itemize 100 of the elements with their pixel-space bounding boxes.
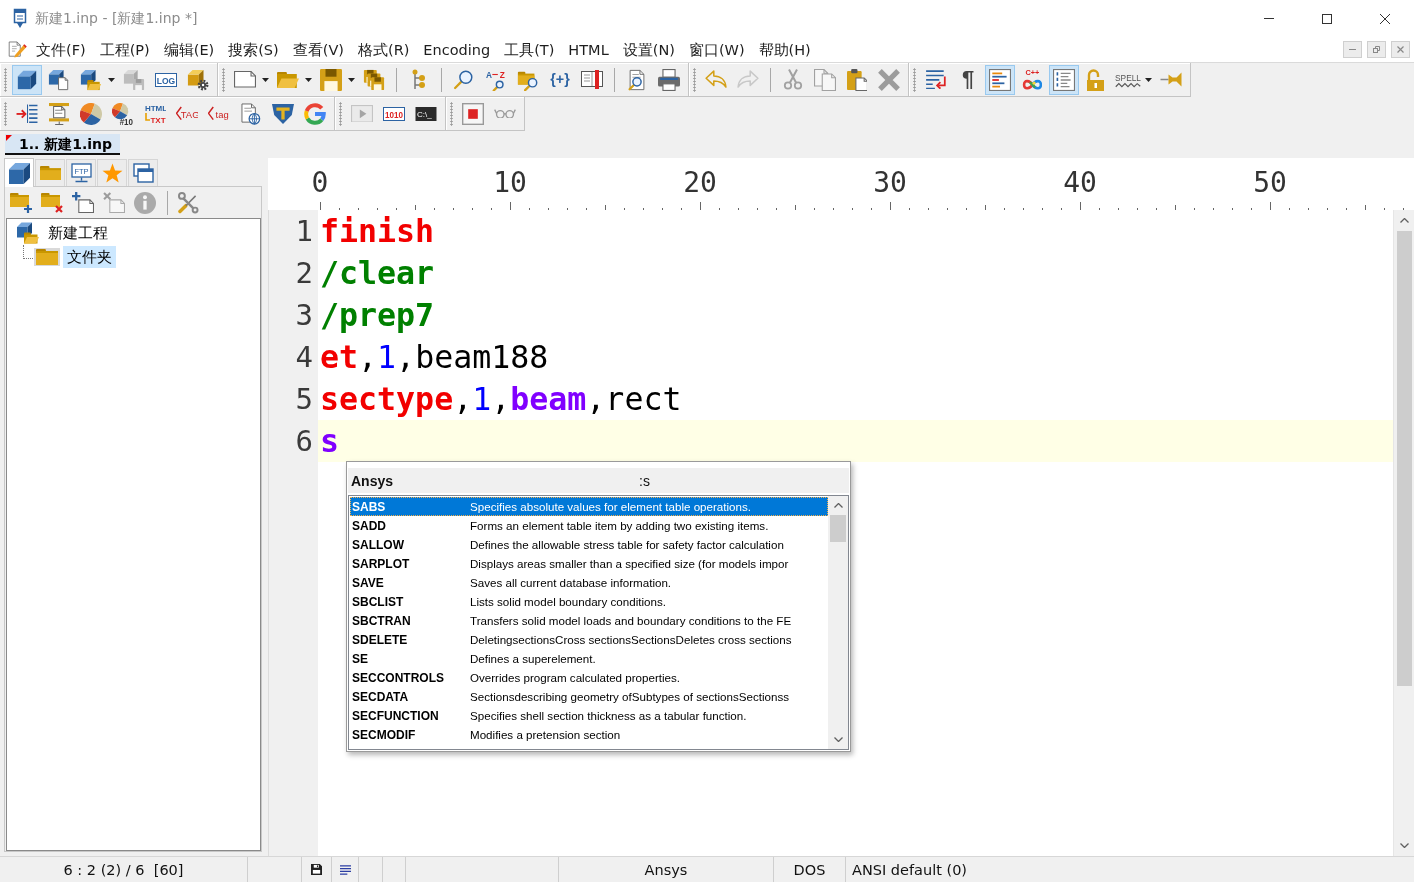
- suggestion-item[interactable]: SECDATA Sectionsdescribing geometry ofSubtypes of sectionsSectionss: [350, 687, 828, 706]
- notepad-pencil-icon: [8, 40, 27, 59]
- grip-handle[interactable]: [339, 101, 342, 126]
- menu-item[interactable]: 帮助(H): [751, 38, 818, 61]
- suggestion-item[interactable]: SALLOW Defines the allowable stress table for safety factor calculation: [350, 535, 828, 554]
- toolbar-button[interactable]: {+}: [545, 64, 575, 95]
- branch-icon: [411, 68, 427, 91]
- cube-gear-icon: [187, 68, 209, 91]
- caret-icon[interactable]: [305, 77, 312, 82]
- code-line[interactable]: et,1,beam188: [318, 336, 1393, 378]
- scrollbar[interactable]: [1393, 210, 1414, 856]
- menu-item[interactable]: 设置(N): [615, 38, 682, 61]
- suggestion-item[interactable]: SBCTRAN Transfers solid model loads and boundary conditions to the FE: [350, 611, 828, 630]
- log-icon: LOG: [155, 72, 177, 87]
- tree-item[interactable]: 文件夹: [63, 246, 116, 268]
- toolbar-button[interactable]: tag: [204, 98, 234, 129]
- ruler-label: 10: [493, 166, 527, 200]
- line-endings: DOS: [793, 861, 826, 878]
- code-line[interactable]: sectype,1,beam,rect: [318, 378, 1393, 420]
- menu-item[interactable]: 工具(T): [497, 38, 562, 61]
- toolbar-button[interactable]: [985, 64, 1015, 95]
- ruler-label: 0: [311, 166, 329, 200]
- restore-button[interactable]: [1367, 41, 1386, 58]
- chevron-down-icon[interactable]: [1399, 843, 1409, 848]
- suggestion-item[interactable]: SARPLOT Displays areas smaller than a specified size (for models impor: [350, 554, 828, 573]
- tree-item[interactable]: 新建工程: [44, 222, 112, 244]
- command-description: Transfers solid model loads and boundary conditions to the FE: [470, 614, 792, 627]
- folder-icon: [39, 165, 61, 181]
- command-name: SBCTRAN: [351, 613, 412, 628]
- suggestion-item[interactable]: SECCONTROLS Overrides program calculated properties.: [350, 668, 828, 687]
- command-name: SECFUNCTION: [351, 708, 440, 723]
- chevron-down-icon[interactable]: [833, 737, 843, 742]
- grip-handle[interactable]: [450, 101, 453, 126]
- suggestion-item[interactable]: SECMODIF Modifies a pretension section: [350, 725, 828, 744]
- page-delete-icon: [103, 192, 125, 213]
- panel-tab[interactable]: [4, 158, 34, 187]
- toolbar-button[interactable]: ¶: [953, 64, 983, 95]
- toolbar-button[interactable]: C:\_: [411, 98, 441, 129]
- toolbar-button[interactable]: TAG: [172, 98, 202, 129]
- chevron-up-icon[interactable]: [833, 503, 843, 508]
- menu-item[interactable]: 窗口(W): [681, 38, 752, 61]
- suggestion-item[interactable]: SAVE Saves all current database information.: [350, 573, 828, 592]
- command-name: SBCLIST: [351, 594, 405, 609]
- suggestion-item[interactable]: SBCLIST Lists solid model boundary conditions.: [350, 592, 828, 611]
- braces-icon: {+}: [549, 70, 571, 89]
- menu-item[interactable]: 编辑(E): [156, 38, 222, 61]
- toolbar-button[interactable]: LOG: [151, 64, 181, 95]
- cube-disk-icon: [123, 68, 145, 91]
- command-description: Defines a superelement.: [470, 652, 596, 665]
- grip-handle[interactable]: [4, 101, 7, 126]
- grip-handle[interactable]: [913, 67, 916, 92]
- command-description: Modifies a pretension section: [470, 728, 621, 741]
- toolbar-button[interactable]: 1010: [379, 98, 409, 129]
- suggestion-item[interactable]: SABS Specifies absolute values for element table operations.: [350, 497, 828, 516]
- colored-lines-icon: [989, 68, 1011, 91]
- caret-icon[interactable]: [348, 77, 355, 82]
- code-line[interactable]: /prep7: [318, 294, 1393, 336]
- suggestion-item[interactable]: SE Defines a superelement.: [350, 649, 828, 668]
- code-line[interactable]: /clear: [318, 252, 1393, 294]
- scrollbar-thumb[interactable]: [830, 515, 846, 542]
- suggestion-item[interactable]: SADD Forms an element table item by adding two existing items.: [350, 516, 828, 535]
- caret-icon[interactable]: [1145, 77, 1152, 82]
- document-tab[interactable]: 1.. 新建1.inp: [5, 134, 121, 155]
- suggestion-item[interactable]: SDELETE DeletingsectionsCross sectionsSectionsDeletes cross sections: [350, 630, 828, 649]
- folder-icon: [277, 71, 299, 88]
- grip-handle[interactable]: [693, 67, 696, 92]
- close-button[interactable]: [1391, 41, 1410, 58]
- menu-item[interactable]: 查看(V): [285, 38, 351, 61]
- clipboard-icon: [846, 68, 868, 91]
- line-number: 2: [294, 255, 314, 292]
- code-line[interactable]: finish: [318, 210, 1393, 252]
- menu-item[interactable]: HTML: [561, 38, 616, 61]
- toolbar-button[interactable]: [1049, 64, 1079, 95]
- menu-item[interactable]: 文件(F): [29, 38, 93, 61]
- caret-icon[interactable]: [262, 77, 269, 82]
- wrap-lines-icon: [925, 69, 947, 90]
- document-search-icon: [626, 68, 648, 91]
- menu-item[interactable]: 格式(R): [350, 38, 417, 61]
- grip-handle[interactable]: [222, 67, 225, 92]
- menu-item[interactable]: 工程(P): [92, 38, 157, 61]
- toolbar-button[interactable]: [12, 64, 42, 95]
- suggestion-item[interactable]: SECFUNCTION Specifies shell section thickness as a tabular function.: [350, 706, 828, 725]
- toolbar-button[interactable]: SPELL: [1113, 64, 1143, 95]
- chevron-up-icon[interactable]: [1399, 218, 1409, 223]
- menu-item[interactable]: Encoding: [416, 38, 498, 61]
- close-icon: [1397, 46, 1404, 53]
- minimize-icon: [1264, 18, 1274, 19]
- command-name: SADD: [351, 518, 387, 533]
- scrollbar[interactable]: [828, 496, 848, 749]
- ruler-label: 20: [683, 166, 717, 200]
- command-description: Specifies shell section thickness as a tabular function.: [470, 709, 747, 722]
- line-number: 4: [294, 339, 314, 376]
- command-description: Overrides program calculated properties.: [470, 671, 681, 684]
- cube-folder-icon: [80, 68, 102, 91]
- grip-handle[interactable]: [4, 67, 7, 92]
- scrollbar-thumb[interactable]: [1396, 231, 1412, 686]
- encoding: ANSI default (0): [852, 861, 968, 878]
- caret-icon[interactable]: [108, 77, 115, 82]
- panel-tab[interactable]: [128, 159, 158, 186]
- menu-item[interactable]: 搜索(S): [221, 38, 286, 61]
